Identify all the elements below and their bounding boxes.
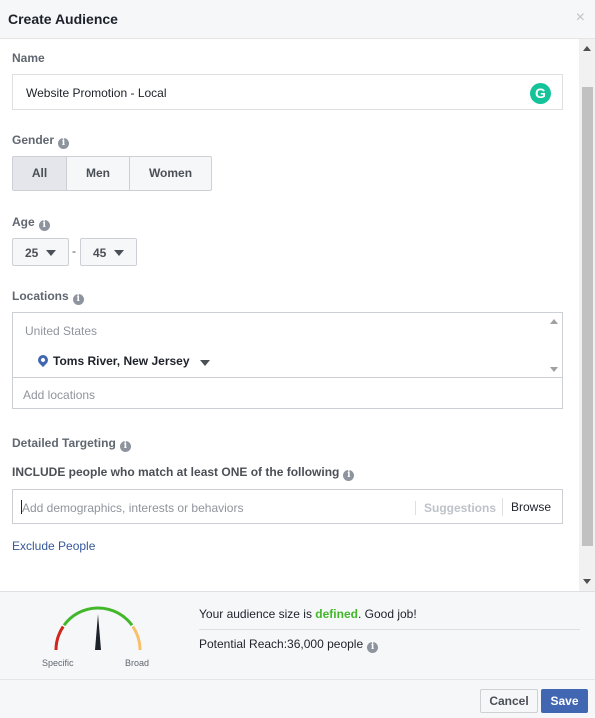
age-max-value: 45 — [93, 246, 107, 260]
age-separator: - — [72, 244, 76, 258]
scroll-down-arrow-icon[interactable] — [583, 579, 591, 584]
gauge-label-specific: Specific — [42, 658, 74, 668]
scroll-down-arrow-icon[interactable] — [550, 367, 558, 372]
gauge-arc-broad — [131, 625, 142, 651]
audience-size-suffix: . Good job! — [357, 607, 417, 621]
suggestions-button[interactable]: Suggestions — [415, 501, 496, 515]
age-section-label: Age i — [12, 215, 50, 231]
gender-option-men[interactable]: Men — [67, 157, 130, 190]
audience-size-text: Your audience size is defined. Good job! — [199, 607, 417, 621]
age-min-value: 25 — [25, 246, 39, 260]
gender-selector: All Men Women — [12, 156, 212, 191]
gauge-svg — [54, 606, 142, 651]
age-label: Age — [12, 215, 35, 229]
grammarly-icon[interactable]: G — [530, 83, 551, 104]
audience-size-prefix: Your audience size is — [199, 607, 316, 621]
close-icon[interactable]: × — [576, 9, 585, 27]
chevron-down-icon — [46, 250, 56, 256]
scroll-up-arrow-icon[interactable] — [583, 46, 591, 51]
location-city: Toms River, New Jersey — [53, 354, 190, 368]
divider — [199, 629, 580, 630]
gauge-arc-specific — [54, 625, 65, 651]
detailed-targeting-label: Detailed Targeting — [12, 436, 116, 450]
audience-name-input[interactable]: Website Promotion - Local G — [12, 74, 563, 110]
audience-definition-panel: Specific Broad Your audience size is def… — [0, 591, 595, 679]
dialog-header: Create Audience × — [0, 0, 595, 39]
audience-name-value[interactable]: Website Promotion - Local — [26, 86, 167, 100]
gender-option-women[interactable]: Women — [130, 157, 211, 190]
potential-reach-text: Potential Reach:36,000 people — [199, 637, 364, 651]
dialog-footer: Cancel Save — [0, 679, 595, 718]
location-options-chevron-down-icon[interactable] — [200, 360, 210, 366]
potential-reach: Potential Reach:36,000 people i — [199, 637, 379, 653]
chevron-down-icon — [114, 250, 124, 256]
gender-label: Gender — [12, 133, 55, 147]
gauge-needle — [95, 614, 101, 650]
info-icon[interactable]: i — [343, 470, 355, 481]
dialog-title: Create Audience — [8, 11, 118, 27]
audience-gauge: Specific Broad — [38, 604, 158, 670]
cancel-button[interactable]: Cancel — [480, 689, 538, 713]
detailed-targeting-input[interactable]: Add demographics, interests or behaviors… — [12, 489, 563, 524]
detailed-targeting-section-label: Detailed Targeting i — [12, 436, 131, 452]
gauge-label-broad: Broad — [125, 658, 150, 668]
dialog-scrollbar[interactable] — [579, 39, 595, 591]
info-icon[interactable]: i — [58, 138, 70, 149]
gender-option-all[interactable]: All — [13, 157, 67, 190]
info-icon[interactable]: i — [72, 294, 84, 305]
name-label: Name — [12, 51, 45, 65]
info-icon[interactable]: i — [119, 441, 131, 452]
locations-list: United States Toms River, New Jersey — [13, 313, 562, 378]
info-icon[interactable]: i — [367, 642, 379, 653]
detailed-targeting-placeholder[interactable]: Add demographics, interests or behaviors — [22, 501, 243, 515]
location-pin-icon — [35, 352, 51, 368]
locations-scrollbar[interactable] — [546, 313, 562, 378]
browse-button[interactable]: Browse — [502, 498, 551, 516]
save-button[interactable]: Save — [541, 689, 588, 713]
age-min-dropdown[interactable]: 25 — [12, 238, 69, 266]
scrollbar-thumb[interactable] — [582, 87, 593, 546]
scroll-up-arrow-icon[interactable] — [550, 319, 558, 324]
gender-section-label: Gender i — [12, 133, 70, 149]
add-locations-input[interactable]: Add locations — [23, 388, 95, 402]
info-icon[interactable]: i — [38, 220, 50, 231]
audience-size-status: defined — [315, 607, 358, 621]
include-text: INCLUDE people who match at least ONE of… — [12, 465, 340, 479]
locations-box: United States Toms River, New Jersey Add… — [12, 312, 563, 409]
include-heading: INCLUDE people who match at least ONE of… — [12, 465, 355, 481]
exclude-people-link[interactable]: Exclude People — [12, 539, 95, 553]
location-country: United States — [25, 324, 98, 338]
age-max-dropdown[interactable]: 45 — [80, 238, 137, 266]
locations-label: Locations — [12, 289, 69, 303]
locations-section-label: Locations i — [12, 289, 84, 305]
